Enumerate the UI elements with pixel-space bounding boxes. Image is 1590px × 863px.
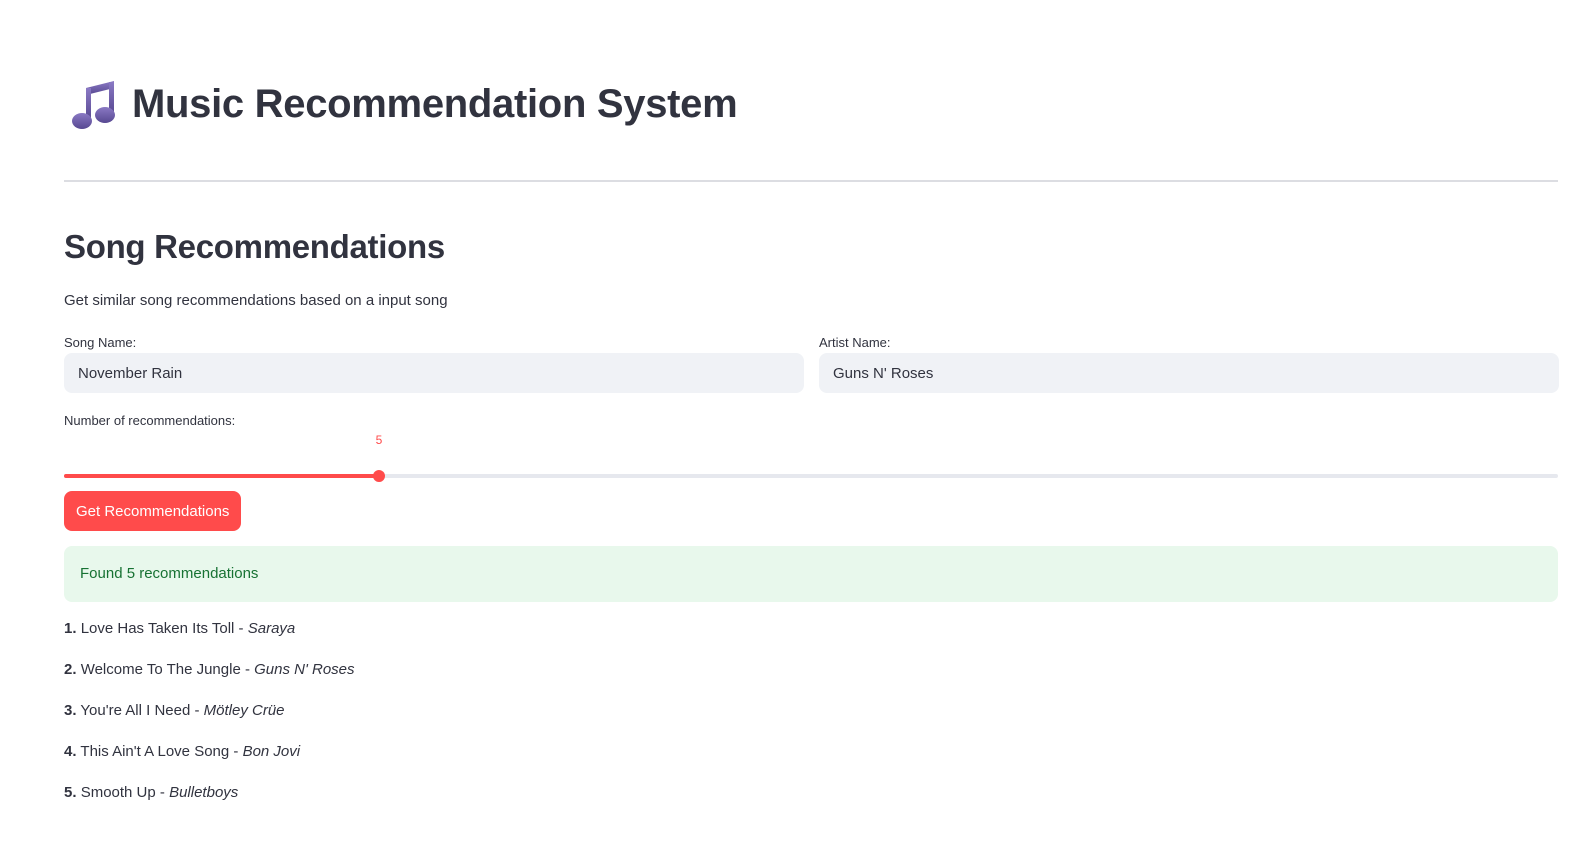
recommendations-slider-block: Number of recommendations: 5 — [64, 411, 1558, 482]
list-item: 3. You're All I Need - Mötley Crüe — [64, 701, 355, 742]
item-artist: Bulletboys — [169, 784, 239, 801]
list-item: 4. This Ain't A Love Song - Bon Jovi — [64, 742, 355, 783]
section-title: Song Recommendations — [64, 228, 445, 265]
item-number: 5. — [64, 784, 77, 801]
artist-name-input[interactable] — [819, 353, 1559, 393]
recommendation-list: 1. Love Has Taken Its Toll - Saraya 2. W… — [64, 619, 355, 824]
item-song: This Ain't A Love Song — [80, 743, 230, 760]
song-name-label: Song Name: — [64, 335, 137, 350]
item-song: Love Has Taken Its Toll — [80, 620, 235, 637]
artist-name-label: Artist Name: — [819, 335, 891, 350]
slider-value: 5 — [375, 433, 383, 447]
list-item: 1. Love Has Taken Its Toll - Saraya — [64, 619, 355, 660]
item-artist: Guns N' Roses — [254, 661, 355, 678]
slider-fill — [64, 474, 379, 478]
item-separator: - — [240, 661, 255, 678]
list-item: 2. Welcome To The Jungle - Guns N' Roses — [64, 660, 355, 701]
page-title: Music Recommendation System — [132, 81, 738, 126]
recommendations-slider[interactable]: 5 — [64, 433, 1558, 482]
slider-track[interactable] — [64, 470, 1558, 482]
app-header: Music Recommendation System — [70, 72, 738, 136]
song-name-field: Song Name: — [64, 333, 804, 393]
musical-notes-icon — [70, 78, 118, 130]
item-artist: Saraya — [247, 620, 296, 637]
song-name-input[interactable] — [64, 353, 804, 393]
item-number: 2. — [64, 661, 77, 678]
section-description: Get similar song recommendations based o… — [64, 292, 448, 309]
item-separator: - — [234, 620, 248, 637]
item-song: Welcome To The Jungle — [80, 661, 241, 678]
slider-thumb[interactable] — [373, 470, 385, 482]
item-separator: - — [155, 784, 170, 801]
item-number: 4. — [64, 743, 77, 760]
item-number: 3. — [64, 702, 77, 719]
item-separator: - — [190, 702, 204, 719]
item-number: 1. — [64, 620, 77, 637]
item-song: Smooth Up — [80, 784, 156, 801]
divider — [64, 180, 1558, 182]
artist-name-field: Artist Name: — [819, 333, 1559, 393]
item-song: You're All I Need — [80, 702, 191, 719]
list-item: 5. Smooth Up - Bulletboys — [64, 783, 355, 824]
item-separator: - — [229, 743, 243, 760]
get-recommendations-button[interactable]: Get Recommendations — [64, 491, 242, 531]
success-alert: Found 5 recommendations — [64, 546, 1558, 602]
slider-label: Number of recommendations: — [64, 413, 236, 428]
item-artist: Mötley Crüe — [203, 702, 285, 719]
item-artist: Bon Jovi — [242, 743, 301, 760]
